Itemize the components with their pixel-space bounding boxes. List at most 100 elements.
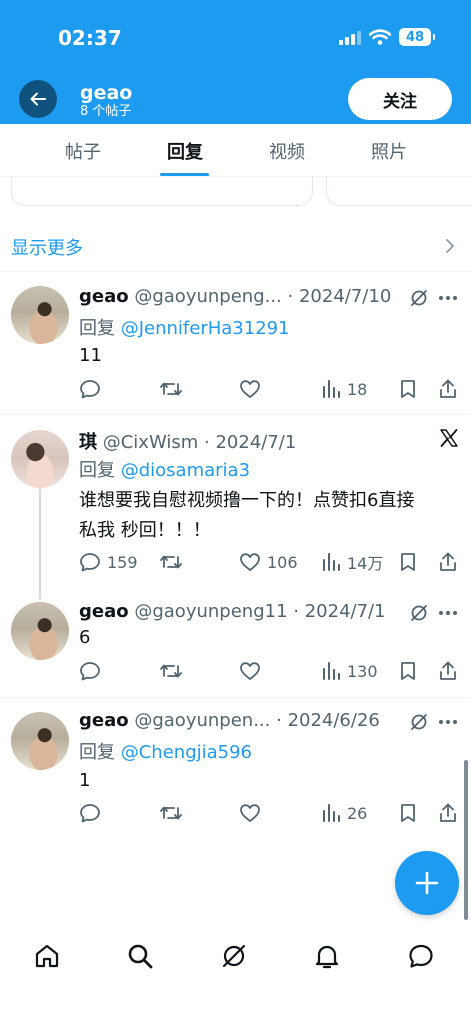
- bookmark-icon: [401, 662, 415, 680]
- repost-button[interactable]: [159, 376, 189, 402]
- repost-button[interactable]: [159, 658, 189, 684]
- tab-posts[interactable]: 帖子: [47, 124, 119, 177]
- avatar[interactable]: [11, 286, 69, 344]
- tab-photos[interactable]: 照片: [353, 124, 425, 177]
- author-name[interactable]: 琪: [79, 432, 97, 453]
- x-logo-icon[interactable]: [439, 428, 459, 448]
- author-handle: @gaoyunpen...: [134, 710, 271, 731]
- nav-grok[interactable]: [218, 940, 250, 972]
- show-more-row[interactable]: 显示更多: [0, 222, 471, 272]
- share-button[interactable]: [438, 658, 458, 684]
- post-text-line: 谁想要我自慰视频撸一下的！点赞扣6直接: [79, 490, 415, 511]
- bookmark-button[interactable]: [399, 658, 417, 684]
- reply-button[interactable]: 159: [79, 549, 138, 575]
- nav-notifications[interactable]: [311, 940, 343, 972]
- post-text: 11: [79, 345, 102, 366]
- views-button[interactable]: 18: [321, 376, 367, 402]
- bookmark-button[interactable]: [399, 549, 417, 575]
- post-actions: 159 106 14万: [79, 549, 459, 575]
- post-actions: 26: [79, 800, 459, 826]
- mention-link[interactable]: @diosamaria3: [121, 460, 250, 481]
- heart-icon: [240, 662, 260, 680]
- follow-button[interactable]: 关注: [348, 78, 452, 120]
- separator-dot: ·: [276, 710, 282, 731]
- views-button[interactable]: 26: [321, 800, 367, 826]
- separator-dot: ·: [293, 601, 299, 622]
- parent-post[interactable]: 琪 @CixWism · 2024/7/1 回复 @diosamaria3 谁想…: [0, 416, 471, 594]
- post-text-line: 私我 秒回！！！: [79, 520, 211, 541]
- status-time: 02:37: [58, 26, 122, 50]
- reply-button[interactable]: [79, 658, 107, 684]
- more-dots-icon[interactable]: [439, 720, 457, 724]
- mention-link[interactable]: @JenniferHa31291: [121, 318, 290, 339]
- share-icon: [440, 552, 456, 571]
- avatar[interactable]: [11, 430, 69, 488]
- scrollbar[interactable]: [464, 760, 468, 920]
- grok-icon[interactable]: [409, 712, 429, 732]
- repost-icon: [160, 806, 182, 820]
- post-date: 2024/7/10: [298, 286, 392, 307]
- nav-messages[interactable]: [405, 940, 437, 972]
- share-button[interactable]: [438, 800, 458, 826]
- repost-icon: [160, 664, 182, 678]
- post-date: 2024/7/1: [304, 601, 386, 622]
- reply-post[interactable]: geao @gaoyunpeng11 · 2024/7/1 6 130: [0, 594, 471, 698]
- author-name[interactable]: geao: [79, 710, 129, 731]
- reply-count: 159: [107, 552, 138, 572]
- like-button[interactable]: [239, 658, 267, 684]
- bell-icon: [315, 945, 339, 969]
- more-dots-icon[interactable]: [439, 611, 457, 615]
- repost-button[interactable]: [159, 800, 189, 826]
- reply-button[interactable]: [79, 376, 107, 402]
- like-button[interactable]: [239, 376, 267, 402]
- post-header: geao @gaoyunpen... · 2024/6/26: [79, 710, 380, 731]
- nav-home[interactable]: [31, 940, 63, 972]
- cellular-signal-icon: [339, 29, 361, 45]
- reply-post[interactable]: geao @gaoyunpeng... · 2024/7/10 回复 @Jenn…: [0, 272, 471, 415]
- suggested-card[interactable]: [326, 176, 471, 206]
- tab-replies[interactable]: 回复: [149, 124, 221, 177]
- back-button[interactable]: [19, 80, 57, 118]
- views-icon: [323, 804, 340, 822]
- avatar[interactable]: [11, 712, 69, 770]
- grok-icon[interactable]: [409, 603, 429, 623]
- more-dots-icon[interactable]: [439, 296, 457, 300]
- views-button[interactable]: 130: [321, 658, 378, 684]
- reply-icon: [80, 662, 100, 681]
- suggested-card[interactable]: [11, 176, 313, 206]
- post-date: 2024/6/26: [287, 710, 380, 731]
- separator-dot: ·: [204, 432, 210, 453]
- share-icon: [440, 661, 456, 680]
- author-name[interactable]: geao: [79, 601, 129, 622]
- bookmark-button[interactable]: [399, 800, 417, 826]
- like-button[interactable]: [239, 800, 267, 826]
- author-handle: @CixWism: [102, 432, 199, 453]
- repost-button[interactable]: [159, 549, 189, 575]
- bookmark-button[interactable]: [399, 376, 417, 402]
- post-header: geao @gaoyunpeng11 · 2024/7/1: [79, 601, 386, 622]
- bottom-nav: [0, 926, 471, 1024]
- search-icon: [128, 944, 153, 969]
- author-name[interactable]: geao: [79, 286, 129, 307]
- compose-button[interactable]: [395, 851, 459, 915]
- post-count: 8 个帖子: [80, 104, 132, 119]
- views-icon: [323, 380, 340, 398]
- reply-button[interactable]: [79, 800, 107, 826]
- tab-videos[interactable]: 视频: [251, 124, 323, 177]
- grok-icon[interactable]: [409, 288, 429, 308]
- share-button[interactable]: [438, 376, 458, 402]
- reply-prefix: 回复: [79, 742, 121, 763]
- messages-icon: [409, 944, 433, 968]
- share-button[interactable]: [438, 549, 458, 575]
- reply-context: 回复 @Chengjia596: [79, 738, 252, 764]
- post-actions: 18: [79, 376, 459, 402]
- chevron-right-icon: [446, 239, 455, 253]
- avatar[interactable]: [11, 602, 69, 660]
- views-button[interactable]: 14万: [321, 549, 383, 575]
- nav-search[interactable]: [124, 940, 156, 972]
- mention-link[interactable]: @Chengjia596: [121, 742, 252, 763]
- like-button[interactable]: 106: [239, 549, 298, 575]
- share-icon: [440, 379, 456, 398]
- reply-post[interactable]: geao @gaoyunpen... · 2024/6/26 回复 @Cheng…: [0, 698, 471, 848]
- reply-prefix: 回复: [79, 318, 121, 339]
